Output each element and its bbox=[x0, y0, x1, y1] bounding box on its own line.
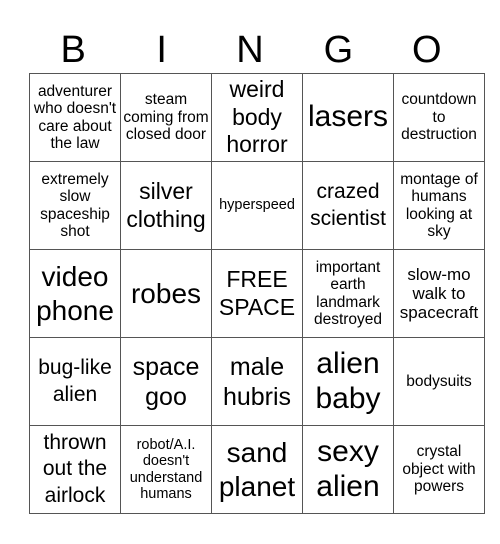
bingo-cell[interactable]: bodysuits bbox=[393, 337, 485, 426]
header-letter-o: O bbox=[412, 29, 442, 71]
header-letter-b: B bbox=[60, 29, 86, 71]
bingo-cell[interactable]: montage of humans looking at sky bbox=[393, 161, 485, 250]
bingo-cell[interactable]: hyperspeed bbox=[211, 161, 303, 250]
bingo-cell[interactable]: robot/A.I. doesn't understand humans bbox=[120, 425, 212, 514]
free-space-cell[interactable]: FREE SPACE bbox=[211, 249, 303, 338]
bingo-cell[interactable]: silver clothing bbox=[120, 161, 212, 250]
bingo-cell[interactable]: male hubris bbox=[211, 337, 303, 426]
bingo-cell[interactable]: sand planet bbox=[211, 425, 303, 514]
bingo-cell[interactable]: crystal object with powers bbox=[393, 425, 485, 514]
header-letter-g: G bbox=[323, 29, 354, 71]
bingo-cell[interactable]: alien baby bbox=[302, 337, 394, 426]
bingo-cell[interactable]: sexy alien bbox=[302, 425, 394, 514]
bingo-cell[interactable]: thrown out the airlock bbox=[29, 425, 121, 514]
bingo-row: adventurer who doesn't care about the la… bbox=[29, 73, 485, 162]
bingo-grid: adventurer who doesn't care about the la… bbox=[29, 73, 485, 514]
header-letter-i: I bbox=[156, 29, 167, 71]
bingo-cell[interactable]: important earth landmark destroyed bbox=[302, 249, 394, 338]
bingo-cell[interactable]: lasers bbox=[302, 73, 394, 162]
bingo-cell[interactable]: space goo bbox=[120, 337, 212, 426]
bingo-cell[interactable]: steam coming from closed door bbox=[120, 73, 212, 162]
bingo-cell[interactable]: countdown to destruction bbox=[393, 73, 485, 162]
bingo-header: B I N G O bbox=[29, 28, 471, 72]
bingo-cell[interactable]: crazed scientist bbox=[302, 161, 394, 250]
bingo-row: video phone robes FREE SPACE important e… bbox=[29, 249, 485, 338]
bingo-cell[interactable]: extremely slow spaceship shot bbox=[29, 161, 121, 250]
bingo-row: bug-like alien space goo male hubris ali… bbox=[29, 337, 485, 426]
bingo-cell[interactable]: robes bbox=[120, 249, 212, 338]
bingo-row: thrown out the airlock robot/A.I. doesn'… bbox=[29, 425, 485, 514]
bingo-cell[interactable]: slow-mo walk to spacecraft bbox=[393, 249, 485, 338]
bingo-cell[interactable]: adventurer who doesn't care about the la… bbox=[29, 73, 121, 162]
bingo-cell[interactable]: weird body horror bbox=[211, 73, 303, 162]
header-letter-n: N bbox=[236, 29, 264, 71]
bingo-cell[interactable]: bug-like alien bbox=[29, 337, 121, 426]
bingo-row: extremely slow spaceship shot silver clo… bbox=[29, 161, 485, 250]
bingo-cell[interactable]: video phone bbox=[29, 249, 121, 338]
